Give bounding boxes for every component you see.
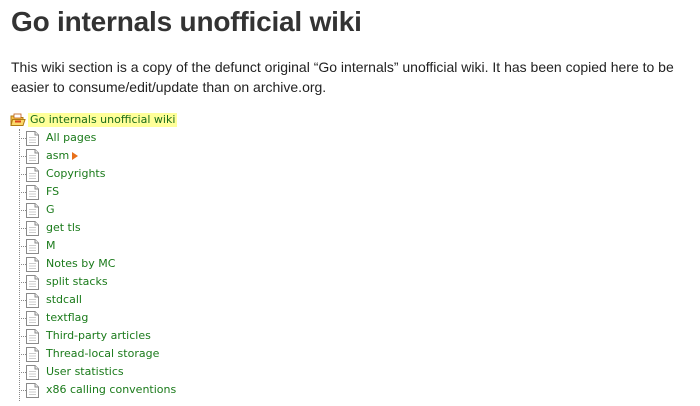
tree-item-label[interactable]: x86 calling conventions (46, 383, 176, 397)
tree-items: All pages asm Copyrights FS G get tls M … (10, 129, 310, 399)
tree-item-get-tls[interactable]: get tls (10, 219, 310, 237)
tree-item-fs[interactable]: FS (10, 183, 310, 201)
tree-branch-line (19, 138, 26, 139)
tree-item-label[interactable]: stdcall (46, 293, 82, 307)
page-icon (26, 184, 39, 200)
tree-item-thread-local-storage[interactable]: Thread-local storage (10, 345, 310, 363)
tree-branch-line (19, 210, 26, 211)
tree-branch-line (19, 390, 26, 391)
tree-item-notes-by-mc[interactable]: Notes by MC (10, 255, 310, 273)
tree-item-all-pages[interactable]: All pages (10, 129, 310, 147)
tree-item-label[interactable]: asm (46, 149, 69, 163)
tree-item-label[interactable]: split stacks (46, 275, 108, 289)
expand-arrow-icon[interactable] (72, 152, 79, 160)
tree-item-label[interactable]: All pages (46, 131, 96, 145)
tree-branch-line (19, 300, 26, 301)
intro-paragraph: This wiki section is a copy of the defun… (11, 59, 674, 95)
tree-branch-line (19, 192, 26, 193)
tree-branch-line (19, 264, 26, 265)
tree-root-label[interactable]: Go internals unofficial wiki (28, 113, 178, 127)
page-icon (26, 166, 39, 182)
page-tree: Go internals unofficial wiki All pages a… (10, 111, 310, 401)
page-icon (26, 292, 39, 308)
tree-item-label[interactable]: M (46, 239, 56, 253)
tree-branch-line (19, 156, 26, 157)
tree-item-third-party-articles[interactable]: Third-party articles (10, 327, 310, 345)
tree-item-label[interactable]: Thread-local storage (46, 347, 159, 361)
page-icon (26, 130, 39, 146)
page-icon (26, 328, 39, 344)
tree-item-textflag[interactable]: textflag (10, 309, 310, 327)
page-icon (26, 220, 39, 236)
tree-branch-line (19, 174, 26, 175)
page-icon (26, 346, 39, 362)
page-title: Go internals unofficial wiki (11, 6, 362, 37)
tree-item-label[interactable]: User statistics (46, 365, 124, 379)
tree-item-label[interactable]: Copyrights (46, 167, 105, 181)
tree-root[interactable]: Go internals unofficial wiki (10, 111, 310, 129)
tree-item-x86-calling-conventions[interactable]: x86 calling conventions (10, 381, 310, 399)
tree-item-user-statistics[interactable]: User statistics (10, 363, 310, 381)
page-icon (26, 274, 39, 290)
tree-item-split-stacks[interactable]: split stacks (10, 273, 310, 291)
tree-branch-line (19, 372, 26, 373)
tree-branch-line (19, 318, 26, 319)
tree-branch-line (19, 282, 26, 283)
tree-item-copyrights[interactable]: Copyrights (10, 165, 310, 183)
tree-item-stdcall[interactable]: stdcall (10, 291, 310, 309)
tree-branch-line (19, 228, 26, 229)
tree-item-label[interactable]: Third-party articles (46, 329, 151, 343)
page-icon (26, 202, 39, 218)
tree-branch-line (19, 246, 26, 247)
tree-item-label[interactable]: FS (46, 185, 59, 199)
tree-item-label[interactable]: G (46, 203, 55, 217)
tree-item-m[interactable]: M (10, 237, 310, 255)
tree-item-label[interactable]: textflag (46, 311, 88, 325)
page-icon (26, 148, 39, 164)
tree-item-g[interactable]: G (10, 201, 310, 219)
page-icon (26, 256, 39, 272)
page-icon (26, 238, 39, 254)
page-icon (26, 310, 39, 326)
tree-branch-line (19, 354, 26, 355)
open-folder-icon[interactable] (10, 113, 26, 127)
tree-item-label[interactable]: Notes by MC (46, 257, 115, 271)
tree-branch-line (19, 336, 26, 337)
page-icon (26, 364, 39, 380)
tree-item-label[interactable]: get tls (46, 221, 81, 235)
tree-item-asm[interactable]: asm (10, 147, 310, 165)
page-icon (26, 382, 39, 398)
